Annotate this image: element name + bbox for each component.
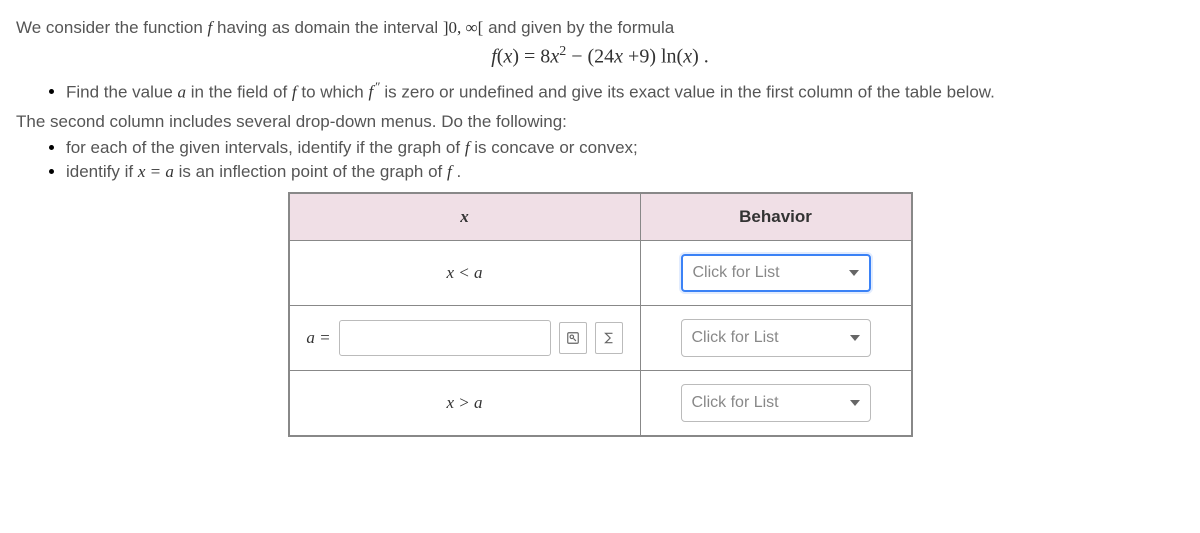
bullet-concave-convex: for each of the given intervals, identif… [66,138,1184,158]
bullet-inflection: identify if x = a is an inflection point… [66,162,1184,182]
chevron-down-icon [850,400,860,406]
table-row: x < a Click for List [289,241,912,306]
formula: f(x) = 8x2 − (24x +9) ln(x) . [16,44,1184,69]
row1-x: x < a [446,263,482,282]
a-equals-label: a = [306,328,330,348]
sigma-icon[interactable] [595,322,623,354]
second-column-intro: The second column includes several drop-… [16,112,1184,132]
header-x: x [289,193,641,241]
header-behavior: Behavior [640,193,912,241]
row3-x: x > a [446,393,482,412]
chevron-down-icon [850,335,860,341]
chevron-down-icon [849,270,859,276]
a-value-input[interactable] [339,320,551,356]
table-row: x > a Click for List [289,371,912,437]
behavior-dropdown-1[interactable]: Click for List [681,254,871,292]
intro-line: We consider the function f having as dom… [16,18,1184,38]
behavior-dropdown-3[interactable]: Click for List [681,384,871,422]
table-row: a = Click for List [289,306,912,371]
behavior-dropdown-2[interactable]: Click for List [681,319,871,357]
preview-icon[interactable] [559,322,587,354]
bullet-find-value: Find the value a in the field of f to wh… [66,79,1184,103]
behavior-table: x Behavior x < a Click for List a = [288,192,913,437]
